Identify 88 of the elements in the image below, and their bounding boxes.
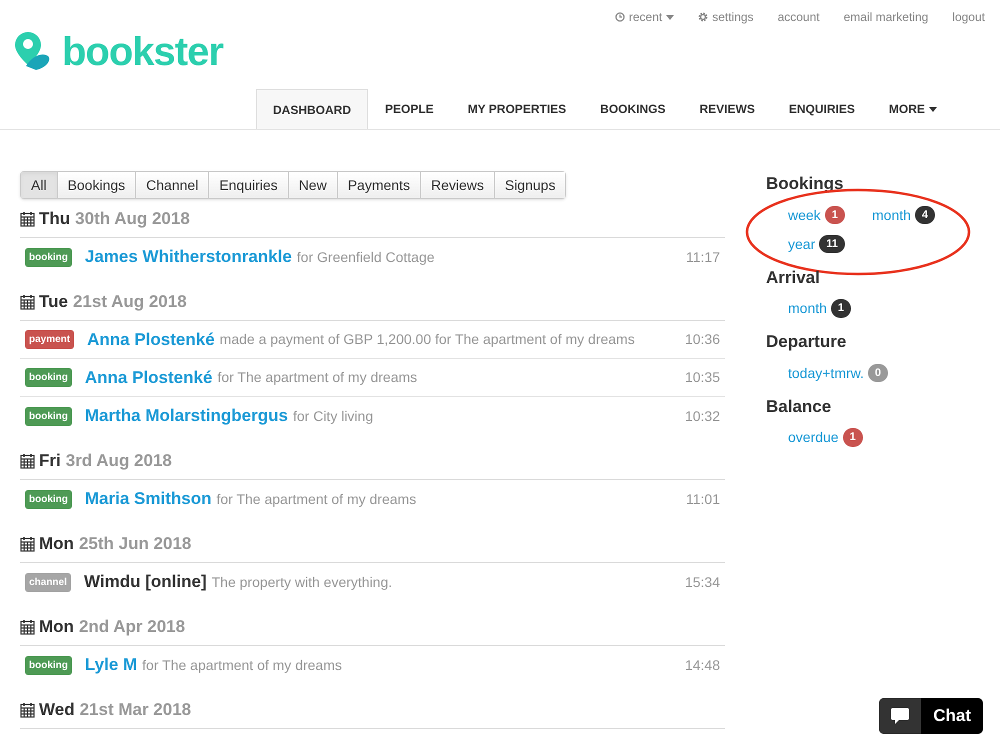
event-tag: booking <box>25 406 72 426</box>
count-badge: 11 <box>819 234 845 254</box>
date-heading: 2nd Apr 2018 <box>78 616 186 638</box>
date-heading: 21st Aug 2018 <box>72 291 187 314</box>
section-title: Balance <box>766 396 832 418</box>
event-detail: for The apartment of my dreams <box>216 490 416 509</box>
event-detail: made a payment of GBP 1,200.00 for The apartment of my dreams <box>220 330 635 349</box>
event-detail: The property with everything. <box>212 572 392 592</box>
event-tag: booking <box>25 656 72 674</box>
event-time: 14:48 <box>684 656 720 674</box>
event-time: 10:35 <box>684 368 720 387</box>
section-title: Arrival <box>766 266 821 288</box>
calendar-icon <box>20 453 35 469</box>
guest-link[interactable]: Maria Smithson <box>84 486 212 512</box>
stat-link[interactable]: week <box>788 204 821 226</box>
day-heading: Mon <box>39 533 74 556</box>
chat-label: Chat <box>932 705 972 728</box>
event-time: 15:34 <box>684 572 720 592</box>
event-tag: channel <box>25 572 71 592</box>
nav-tab[interactable]: PEOPLE <box>368 89 451 129</box>
top-link[interactable]: account <box>778 8 820 26</box>
chat-bubble-icon <box>890 707 910 725</box>
guest-link[interactable]: James Whitherstonrankle <box>84 244 292 270</box>
stat-link[interactable]: year <box>788 234 816 254</box>
event-detail: for Greenfield Cottage <box>296 248 435 267</box>
guest-link[interactable]: Martha Molarstingbergus <box>84 403 288 429</box>
count-badge: 1 <box>830 299 852 318</box>
top-link[interactable]: settings <box>698 8 754 26</box>
section-title: Bookings <box>766 173 844 195</box>
logo-text: bookster <box>62 32 223 72</box>
settings-icon <box>698 12 708 22</box>
nav-tab[interactable]: REVIEWS <box>682 89 772 129</box>
top-link[interactable]: logout <box>952 8 985 26</box>
filter-button[interactable]: Reviews <box>420 172 495 198</box>
count-badge: 4 <box>914 206 936 224</box>
stat-link[interactable]: overdue <box>788 427 839 448</box>
event-time: 11:17 <box>686 248 720 266</box>
calendar-icon <box>20 702 35 718</box>
day-heading: Tue <box>39 291 68 314</box>
event-tag: booking <box>25 248 72 266</box>
clock-icon <box>614 12 625 22</box>
guest-link[interactable]: Anna Plostenké <box>84 364 212 390</box>
event-tag: booking <box>25 490 72 508</box>
calendar-icon <box>20 294 35 310</box>
event-detail: for City living <box>292 406 374 426</box>
event-time: 11:01 <box>686 490 720 508</box>
count-badge: 1 <box>842 428 863 447</box>
day-heading: Thu <box>39 208 70 230</box>
top-link[interactable]: email marketing <box>844 8 928 26</box>
filter-button[interactable]: All <box>21 172 58 198</box>
filter-button[interactable]: Enquiries <box>209 172 289 198</box>
calendar-icon <box>20 211 35 227</box>
nav-tab[interactable]: BOOKINGS <box>583 89 682 129</box>
event-detail: for The apartment of my dreams <box>142 656 342 675</box>
date-heading: 3rd Aug 2018 <box>66 450 172 472</box>
guest-link[interactable]: Anna Plostenké <box>87 326 215 352</box>
day-heading: Mon <box>39 616 74 638</box>
nav-tab[interactable]: MY PROPERTIES <box>450 89 584 129</box>
nav-tab[interactable]: DASHBOARD <box>256 89 368 129</box>
event-tag: booking <box>25 368 72 387</box>
date-heading: 21st Mar 2018 <box>80 699 192 722</box>
guest-link[interactable]: Lyle M <box>84 652 138 678</box>
event-time: 10:36 <box>684 330 720 349</box>
source-name: Wimdu [online] <box>84 571 207 594</box>
filter-button[interactable]: Channel <box>136 172 210 198</box>
event-time: 10:32 <box>684 406 720 426</box>
count-badge: 1 <box>824 206 845 224</box>
event-detail: for The apartment of my dreams <box>217 368 418 387</box>
stat-link[interactable]: month <box>872 204 911 226</box>
stat-link[interactable]: today+tmrw. <box>788 362 864 384</box>
filter-button[interactable]: Signups <box>494 172 566 198</box>
nav-tab[interactable]: ENQUIRIES <box>772 89 872 129</box>
calendar-icon <box>20 619 35 635</box>
filter-button[interactable]: Bookings <box>58 172 136 198</box>
count-badge: 0 <box>868 364 888 382</box>
section-title: Departure <box>766 331 848 353</box>
date-heading: 25th Jun 2018 <box>78 533 192 556</box>
event-tag: payment <box>25 330 74 349</box>
filter-button[interactable]: Payments <box>338 172 421 198</box>
top-link[interactable]: recent <box>614 8 674 26</box>
day-heading: Wed <box>39 699 75 722</box>
filter-button[interactable]: New <box>288 172 338 198</box>
nav-tab[interactable]: MORE <box>872 89 954 129</box>
date-heading: 30th Aug 2018 <box>75 208 190 230</box>
stat-link[interactable]: month <box>788 298 827 319</box>
chat-button[interactable]: Chat <box>879 698 983 734</box>
calendar-icon <box>20 536 35 552</box>
day-heading: Fri <box>39 450 61 472</box>
